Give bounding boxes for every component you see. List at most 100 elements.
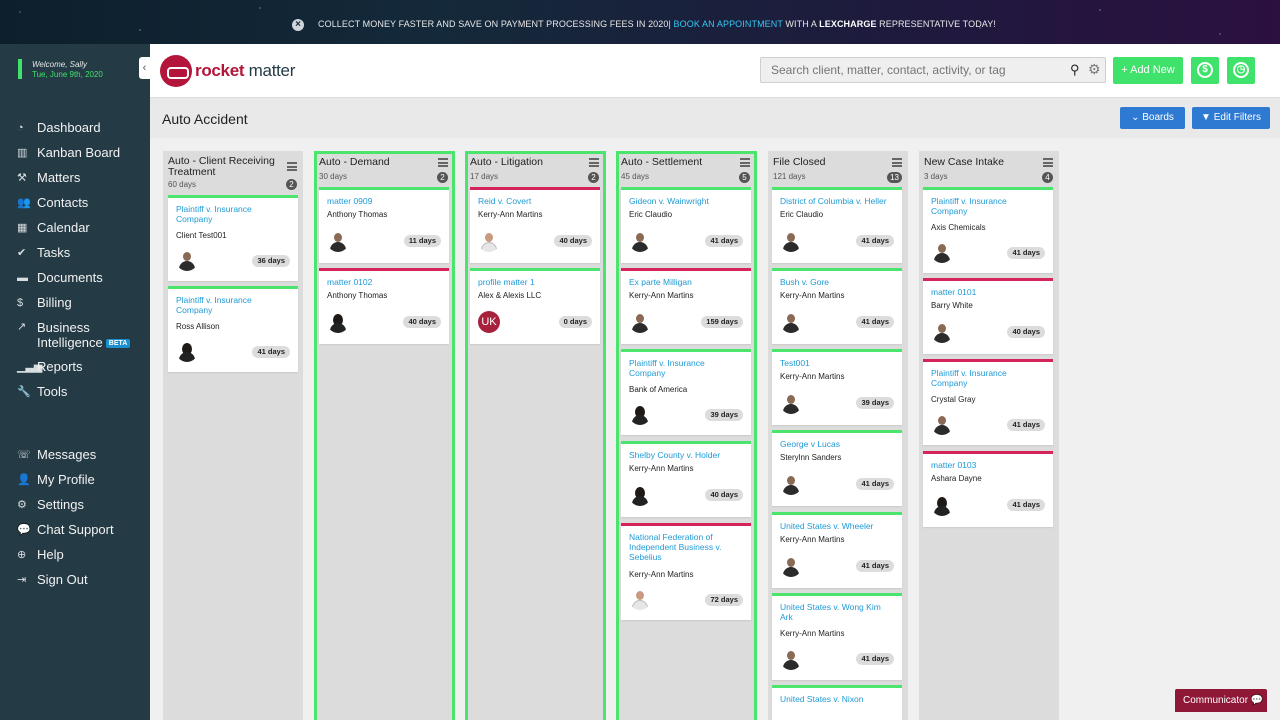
column-name: Auto - Client Receiving Treatment bbox=[168, 155, 275, 178]
matter-title[interactable]: Plaintiff v. Insurance Company bbox=[931, 196, 1045, 216]
dollar-circle-icon: $ bbox=[1197, 62, 1213, 78]
matter-card[interactable]: Reid v. Covert Kerry-Ann Martins 40 days bbox=[470, 187, 600, 263]
column-menu-icon[interactable] bbox=[1043, 158, 1053, 167]
matter-card[interactable]: Shelby County v. Holder Kerry-Ann Martin… bbox=[621, 441, 751, 517]
matter-title[interactable]: matter 0102 bbox=[327, 277, 441, 287]
days-badge: 72 days bbox=[705, 594, 743, 606]
matter-title[interactable]: National Federation of Independent Busin… bbox=[629, 532, 743, 562]
column-menu-icon[interactable] bbox=[892, 158, 902, 167]
edit-filters-button[interactable]: ▼ Edit Filters bbox=[1192, 107, 1270, 129]
boards-button[interactable]: ⌄ Boards bbox=[1120, 107, 1185, 129]
days-badge: 40 days bbox=[705, 489, 743, 501]
sidebar-item-dashboard[interactable]: ◔ Dashboard bbox=[17, 120, 101, 135]
matter-title[interactable]: George v Lucas bbox=[780, 439, 894, 449]
matter-title[interactable]: District of Columbia v. Heller bbox=[780, 196, 894, 206]
matter-card[interactable]: matter 0101 Barry White 40 days bbox=[923, 278, 1053, 354]
matter-card[interactable]: Test001 Kerry-Ann Martins 39 days bbox=[772, 349, 902, 425]
avatar bbox=[327, 230, 349, 252]
matter-card[interactable]: Plaintiff v. Insurance Company Ross Alli… bbox=[168, 286, 298, 372]
matter-title[interactable]: United States v. Wong Kim Ark bbox=[780, 602, 894, 622]
rocket-matter-logo-icon[interactable] bbox=[160, 55, 192, 87]
matter-title[interactable]: matter 0103 bbox=[931, 460, 1045, 470]
close-banner-icon[interactable]: × bbox=[292, 19, 304, 31]
sidebar-item-billing[interactable]: $ Billing bbox=[17, 295, 72, 310]
search-icon[interactable]: ⚲ bbox=[1070, 62, 1080, 78]
matter-card[interactable]: United States v. Wheeler Kerry-Ann Marti… bbox=[772, 512, 902, 588]
matter-card[interactable]: Plaintiff v. Insurance Company Crystal G… bbox=[923, 359, 1053, 445]
timer-button[interactable]: ◷ bbox=[1227, 57, 1255, 84]
search-settings-icon[interactable]: ⚙ bbox=[1088, 61, 1101, 78]
matter-title[interactable]: Reid v. Covert bbox=[478, 196, 592, 206]
sidebar-item-calendar[interactable]: ▦ Calendar bbox=[17, 220, 90, 235]
matter-title[interactable]: matter 0101 bbox=[931, 287, 1045, 297]
matter-card[interactable]: matter 0102 Anthony Thomas 40 days bbox=[319, 268, 449, 344]
book-appointment-link[interactable]: BOOK AN APPOINTMENT bbox=[674, 19, 783, 29]
brand-name: rocket matter bbox=[195, 61, 296, 80]
matter-title[interactable]: Shelby County v. Holder bbox=[629, 450, 743, 460]
column-menu-icon[interactable] bbox=[740, 158, 750, 167]
column-days: 3 days bbox=[924, 172, 948, 181]
matter-title[interactable]: Bush v. Gore bbox=[780, 277, 894, 287]
matter-card[interactable]: Plaintiff v. Insurance Company Axis Chem… bbox=[923, 187, 1053, 273]
matter-title[interactable]: Plaintiff v. Insurance Company bbox=[176, 204, 290, 224]
kanban-column: Auto - Litigation 17 days 2 Reid v. Cove… bbox=[465, 151, 606, 720]
sidebar-item-business-intelligence[interactable]: ↗ Business Intelligence BETA bbox=[17, 320, 131, 350]
payment-button[interactable]: $ bbox=[1191, 57, 1219, 84]
sidebar-item-matters[interactable]: ⚒ Matters bbox=[17, 170, 80, 185]
phone-icon: ☏ bbox=[17, 449, 31, 461]
sidebar-item-chat-support[interactable]: 💬 Chat Support bbox=[17, 522, 114, 537]
matter-card[interactable]: Gideon v. Wainwright Eric Claudio 41 day… bbox=[621, 187, 751, 263]
matter-card[interactable]: Bush v. Gore Kerry-Ann Martins 41 days bbox=[772, 268, 902, 344]
client-name: Bank of America bbox=[629, 385, 688, 394]
sidebar-item-documents[interactable]: ▬ Documents bbox=[17, 270, 103, 285]
matter-title[interactable]: Plaintiff v. Insurance Company bbox=[176, 295, 290, 315]
matter-card[interactable]: matter 0909 Anthony Thomas 11 days bbox=[319, 187, 449, 263]
avatar bbox=[478, 230, 500, 252]
matter-title[interactable]: Test001 bbox=[780, 358, 894, 368]
matter-title[interactable]: Ex parte Milligan bbox=[629, 277, 743, 287]
client-name: Kerry-Ann Martins bbox=[629, 291, 694, 300]
search-input[interactable] bbox=[760, 57, 1106, 83]
matter-title[interactable]: Plaintiff v. Insurance Company bbox=[629, 358, 743, 378]
sidebar-item-tasks[interactable]: ✔ Tasks bbox=[17, 245, 70, 260]
matter-title[interactable]: Plaintiff v. Insurance Company bbox=[931, 368, 1045, 388]
matter-title[interactable]: United States v. Nixon bbox=[780, 694, 894, 704]
matter-card[interactable]: matter 0103 Ashara Dayne 41 days bbox=[923, 451, 1053, 527]
promo-banner: × COLLECT MONEY FASTER AND SAVE ON PAYME… bbox=[0, 0, 1280, 44]
sidebar-item-messages[interactable]: ☏ Messages bbox=[17, 447, 96, 462]
matter-card[interactable]: Plaintiff v. Insurance Company Client Te… bbox=[168, 195, 298, 281]
column-count-badge: 4 bbox=[1042, 172, 1053, 183]
sidebar-item-contacts[interactable]: 👥 Contacts bbox=[17, 195, 88, 210]
matter-title[interactable]: Gideon v. Wainwright bbox=[629, 196, 743, 206]
column-count-badge: 2 bbox=[437, 172, 448, 183]
column-menu-icon[interactable] bbox=[589, 158, 599, 167]
sidebar-item-settings[interactable]: ⚙ Settings bbox=[17, 497, 84, 512]
column-menu-icon[interactable] bbox=[287, 162, 297, 171]
matter-card[interactable]: United States v. Wong Kim Ark Kerry-Ann … bbox=[772, 593, 902, 680]
matter-title[interactable]: United States v. Wheeler bbox=[780, 521, 894, 531]
kanban-column: Auto - Demand 30 days 2 matter 0909 Anth… bbox=[314, 151, 455, 720]
matter-card[interactable]: Ex parte Milligan Kerry-Ann Martins 159 … bbox=[621, 268, 751, 344]
matter-title[interactable]: matter 0909 bbox=[327, 196, 441, 206]
line-chart-icon: ↗ bbox=[17, 321, 27, 333]
sidebar-item-reports[interactable]: ▁▃▅ Reports bbox=[17, 359, 83, 374]
sidebar-item-help[interactable]: ⊕ Help bbox=[17, 547, 64, 562]
days-badge: 0 days bbox=[558, 316, 592, 328]
sidebar-item-tools[interactable]: 🔧 Tools bbox=[17, 384, 67, 399]
sidebar-item-sign-out[interactable]: ⇥ Sign Out bbox=[17, 572, 88, 587]
matter-card[interactable]: Plaintiff v. Insurance Company Bank of A… bbox=[621, 349, 751, 435]
matter-card[interactable]: District of Columbia v. Heller Eric Clau… bbox=[772, 187, 902, 263]
folder-icon: ▬ bbox=[17, 271, 28, 284]
add-new-button[interactable]: + Add New bbox=[1113, 57, 1183, 84]
communicator-button[interactable]: Communicator 💬 bbox=[1175, 689, 1267, 712]
matter-card[interactable]: profile matter 1 Alex & Alexis LLC UK 0 … bbox=[470, 268, 600, 344]
sidebar-item-profile[interactable]: 👤 My Profile bbox=[17, 472, 95, 487]
sidebar-item-kanban[interactable]: ▥ Kanban Board bbox=[17, 145, 120, 160]
column-menu-icon[interactable] bbox=[438, 158, 448, 167]
collapse-sidebar-button[interactable]: ‹ bbox=[139, 57, 150, 79]
matter-card[interactable]: National Federation of Independent Busin… bbox=[621, 523, 751, 620]
kanban-column: Auto - Settlement 45 days 5 Gideon v. Wa… bbox=[616, 151, 757, 720]
matter-title[interactable]: profile matter 1 bbox=[478, 277, 592, 287]
matter-card[interactable]: George v Lucas Sterylnn Sanders 41 days bbox=[772, 430, 902, 506]
matter-card[interactable]: United States v. Nixon bbox=[772, 685, 902, 720]
